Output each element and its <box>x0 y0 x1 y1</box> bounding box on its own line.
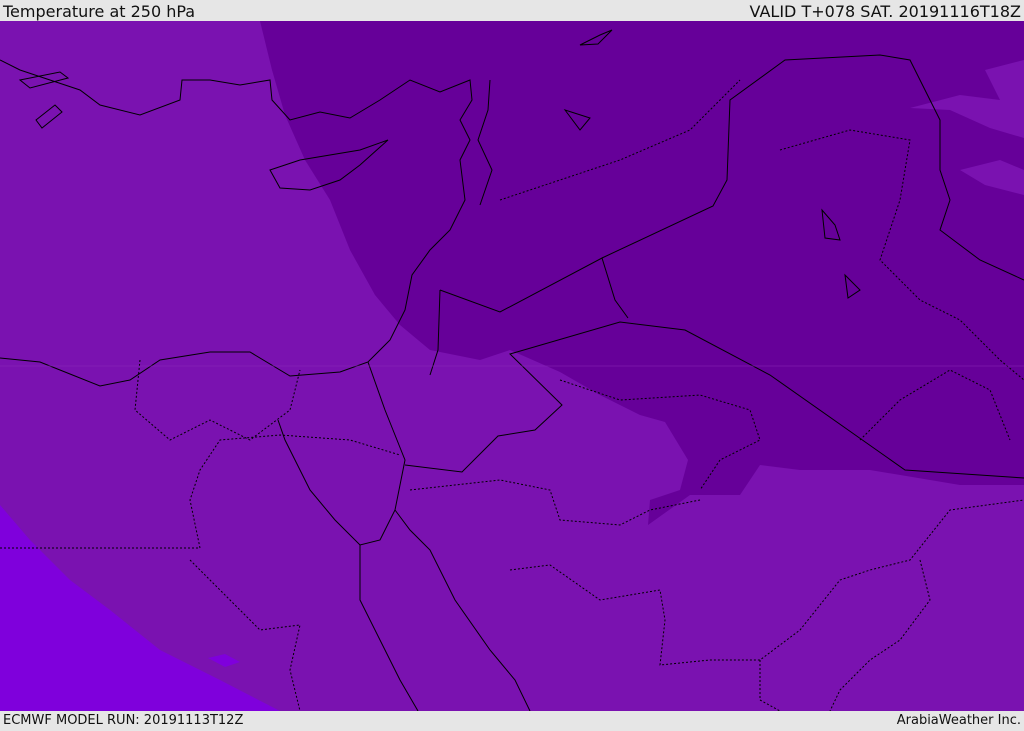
footer-bar: ECMWF MODEL RUN: 20191113T12Z ArabiaWeat… <box>0 711 1024 729</box>
header-bar: Temperature at 250 hPa VALID T+078 SAT. … <box>0 0 1024 21</box>
model-run: ECMWF MODEL RUN: 20191113T12Z <box>3 713 244 728</box>
temperature-map[interactable] <box>0 21 1024 711</box>
credit: ArabiaWeather Inc. <box>896 713 1021 728</box>
